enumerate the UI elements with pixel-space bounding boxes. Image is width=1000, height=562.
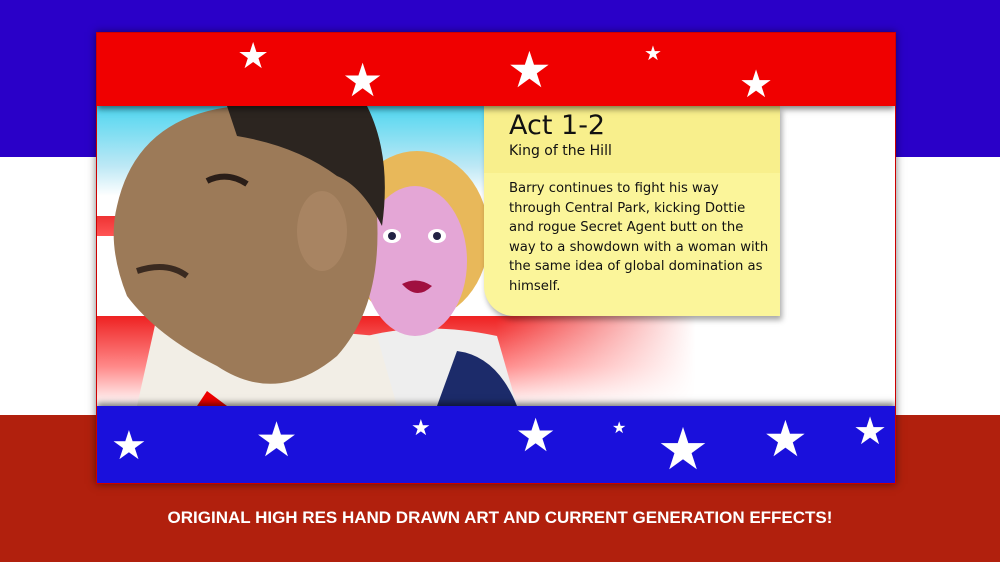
act-description: Barry continues to fight his way through… [509, 181, 769, 294]
game-art-card: ★ ★ ★ ★ ★ Act 1-2 King of the Hill Barry… [96, 32, 896, 484]
man-character [113, 106, 397, 406]
star-icon: ★ [644, 41, 662, 65]
star-icon: ★ [237, 36, 270, 77]
star-icon: ★ [411, 416, 431, 441]
act-title: Act 1-2 [509, 110, 606, 141]
star-icon: ★ [255, 412, 299, 468]
act-subtitle: King of the Hill [509, 143, 612, 159]
promo-caption: ORIGINAL HIGH RES HAND DRAWN ART AND CUR… [167, 508, 833, 527]
blue-star-band: ★ ★ ★ ★ ★ ★ ★ ★ [97, 406, 895, 483]
red-star-band: ★ ★ ★ ★ ★ [97, 33, 895, 106]
star-icon: ★ [342, 53, 384, 107]
star-icon: ★ [657, 415, 709, 483]
star-icon: ★ [739, 62, 774, 106]
star-icon: ★ [763, 410, 808, 468]
star-icon: ★ [515, 408, 557, 462]
star-icon: ★ [507, 41, 552, 99]
star-icon: ★ [111, 423, 147, 469]
star-icon: ★ [853, 409, 888, 453]
story-note: Act 1-2 King of the Hill Barry continues… [484, 106, 780, 316]
star-icon: ★ [612, 418, 627, 437]
